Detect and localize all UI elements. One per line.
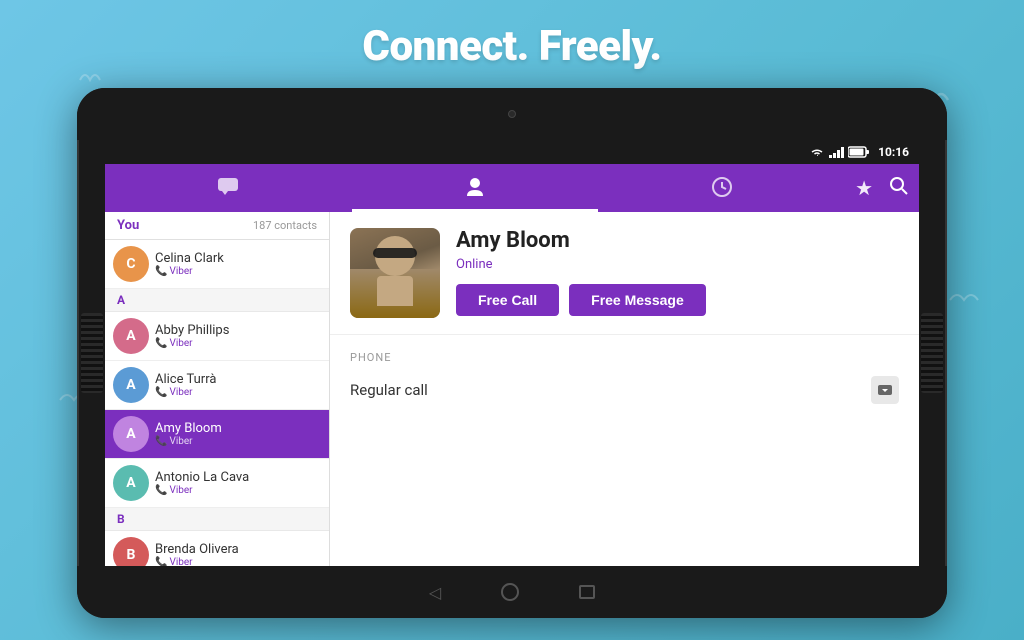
tablet-top-bezel [77,88,947,140]
list-item[interactable]: A Abby Phillips 📞Viber [105,312,329,361]
viber-badge: 📞Viber [155,485,321,496]
phone-number: Regular call [350,381,428,399]
free-message-button[interactable]: Free Message [569,284,706,316]
detail-actions: Free Call Free Message [456,284,899,316]
phone-call-icon[interactable] [871,376,899,404]
tab-chats[interactable] [105,164,352,212]
battery-icon [848,146,870,158]
contacts-sidebar: You 187 contacts C Celina Clark 📞Viber [105,212,330,566]
speaker-right [921,313,943,393]
detail-info: Amy Bloom Online Free Call Free Message [456,228,899,316]
speaker-left [81,313,103,393]
contact-info: Abby Phillips 📞Viber [155,323,321,349]
list-item-amy-bloom[interactable]: A Amy Bloom 📞Viber [105,410,329,459]
list-item[interactable]: A Antonio La Cava 📞Viber [105,459,329,508]
phone-section-label: PHONE [350,351,899,364]
app-content: ★ You 187 contacts [105,164,919,566]
favorites-icon[interactable]: ★ [855,176,873,200]
contact-name: Brenda Olivera [155,542,321,557]
tablet-screen: 10:16 [105,140,919,566]
avatar: B [113,537,149,566]
viber-toolbar: ★ [105,164,919,212]
search-icon[interactable] [889,176,909,201]
viber-badge: 📞Viber [155,338,321,349]
list-item[interactable]: C Celina Clark 📞Viber [105,240,329,289]
free-call-button[interactable]: Free Call [456,284,559,316]
list-item[interactable]: A Alice Turrà 📞Viber [105,361,329,410]
contact-info: Alice Turrà 📞Viber [155,372,321,398]
contact-name: Celina Clark [155,251,321,266]
detail-body: PHONE Regular call [330,335,919,424]
toolbar-right-actions: ★ [845,164,919,212]
avatar: A [113,367,149,403]
contact-detail-status: Online [456,257,899,272]
contact-info: Brenda Olivera 📞Viber [155,542,321,566]
home-button[interactable] [501,583,519,601]
viber-badge: 📞Viber [155,266,321,277]
contact-name: Antonio La Cava [155,470,321,485]
contact-name: Alice Turrà [155,372,321,387]
back-button[interactable]: ◁ [429,583,441,602]
tab-recents[interactable] [598,164,845,212]
viber-badge: 📞Viber [155,436,321,447]
tab-contacts[interactable] [352,164,599,212]
viber-badge: 📞Viber [155,387,321,398]
contact-info: Amy Bloom 📞Viber [155,421,321,447]
detail-header: Amy Bloom Online Free Call Free Message [330,212,919,335]
signal-icon [829,146,844,158]
status-bar: 10:16 [105,140,919,164]
status-icons [809,146,870,158]
contact-info: Celina Clark 📞Viber [155,251,321,277]
viber-badge: 📞Viber [155,557,321,566]
contact-name: Abby Phillips [155,323,321,338]
contact-detail-avatar [350,228,440,318]
section-header-a: A [105,289,329,312]
contacts-header: You 187 contacts [105,212,329,240]
avatar: A [113,465,149,501]
recents-button[interactable] [579,585,595,599]
tablet-frame: ◁ [77,88,947,618]
avatar: A [113,416,149,452]
contact-detail-name: Amy Bloom [456,228,899,253]
status-bar-time: 10:16 [878,145,909,159]
tablet-bottom-bezel: ◁ [77,566,947,618]
main-layout: You 187 contacts C Celina Clark 📞Viber [105,212,919,566]
list-item[interactable]: B Brenda Olivera 📞Viber [105,531,329,566]
phone-row: Regular call [350,372,899,408]
avatar: C [113,246,149,282]
app-title: Connect. Freely. [362,22,661,71]
contact-info: Antonio La Cava 📞Viber [155,470,321,496]
contact-detail-panel: Amy Bloom Online Free Call Free Message … [330,212,919,566]
contact-name: Amy Bloom [155,421,321,436]
contacts-header-label: You [117,218,139,233]
contacts-count: 187 contacts [253,219,317,232]
contacts-list: C Celina Clark 📞Viber A [105,240,329,566]
section-header-b: B [105,508,329,531]
avatar: A [113,318,149,354]
front-camera [508,110,516,118]
wifi-icon [809,146,825,158]
